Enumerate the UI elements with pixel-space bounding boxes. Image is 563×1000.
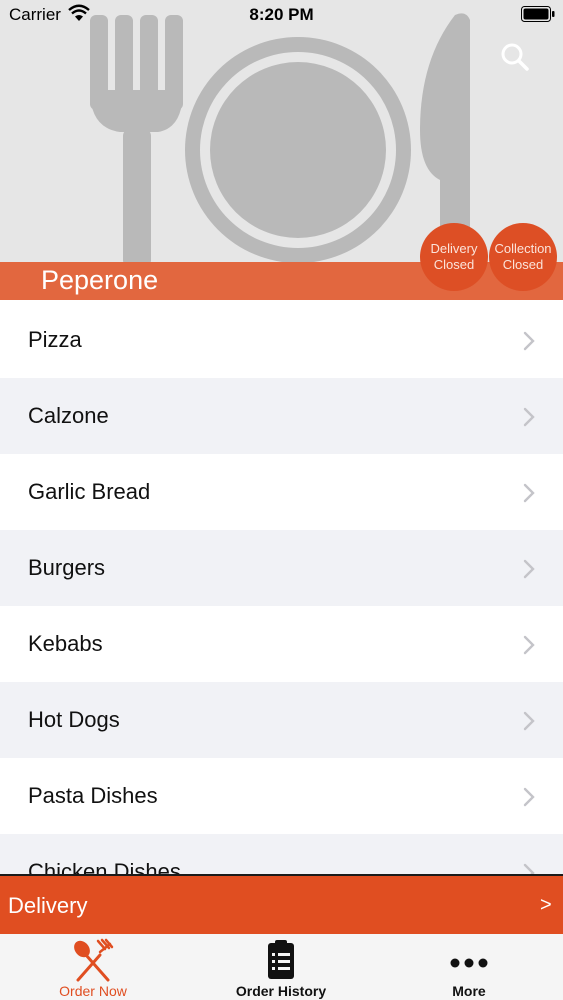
tab-order-history[interactable]: Order History	[226, 934, 336, 1000]
category-list: Pizza Calzone Garlic Bread Burgers Kebab…	[0, 302, 563, 875]
category-item-chicken-dishes[interactable]: Chicken Dishes	[0, 834, 563, 875]
category-item-garlic-bread[interactable]: Garlic Bread	[0, 454, 563, 530]
category-label: Calzone	[28, 403, 109, 428]
category-item-pasta-dishes[interactable]: Pasta Dishes	[0, 758, 563, 834]
category-item-calzone[interactable]: Calzone	[0, 378, 563, 454]
category-item-burgers[interactable]: Burgers	[0, 530, 563, 606]
chevron-right-icon: >	[540, 894, 552, 916]
category-label: Kebabs	[28, 631, 103, 656]
collection-status-line1: Collection	[494, 241, 552, 256]
header: Carrier 8:20 PM Peperone Delivery Closed…	[0, 0, 563, 300]
chevron-right-icon	[523, 407, 535, 427]
delivery-mode-label: Delivery	[8, 893, 88, 918]
chevron-right-icon	[523, 559, 535, 579]
tab-label: Order History	[235, 983, 327, 999]
chevron-right-icon	[523, 331, 535, 351]
tab-bar: Order Now Order History More	[0, 934, 563, 1000]
category-label: Chicken Dishes	[28, 859, 181, 875]
chevron-right-icon	[523, 711, 535, 731]
tab-label: More	[452, 983, 486, 999]
search-icon[interactable]	[498, 40, 532, 74]
tab-order-now[interactable]: Order Now	[40, 934, 146, 1000]
collection-status-badge: Collection Closed	[489, 223, 557, 291]
fork-knife-icon	[74, 938, 114, 982]
chevron-right-icon	[523, 635, 535, 655]
chevron-right-icon	[523, 787, 535, 807]
delivery-status-badge: Delivery Closed	[420, 223, 488, 291]
status-bar: Carrier 8:20 PM	[0, 0, 563, 30]
tab-more[interactable]: More	[420, 934, 518, 1000]
category-label: Garlic Bread	[28, 479, 151, 504]
category-label: Pizza	[28, 327, 82, 352]
category-item-hot-dogs[interactable]: Hot Dogs	[0, 682, 563, 758]
collection-status-line2: Closed	[502, 257, 544, 272]
restaurant-name: Peperone	[41, 265, 159, 295]
category-label: Hot Dogs	[28, 707, 120, 732]
category-label: Burgers	[28, 555, 106, 580]
more-dots-icon	[450, 958, 488, 968]
category-item-kebabs[interactable]: Kebabs	[0, 606, 563, 682]
battery-icon	[521, 6, 555, 22]
tab-label: Order Now	[59, 983, 127, 999]
clock-time: 8:20 PM	[249, 5, 314, 24]
delivery-status-line2: Closed	[433, 257, 475, 272]
delivery-status-line1: Delivery	[430, 241, 478, 256]
delivery-mode-bar[interactable]: Delivery >	[0, 874, 563, 934]
category-label: Pasta Dishes	[28, 783, 158, 808]
clipboard-list-icon	[268, 940, 294, 979]
chevron-right-icon	[523, 483, 535, 503]
category-item-pizza[interactable]: Pizza	[0, 302, 563, 378]
